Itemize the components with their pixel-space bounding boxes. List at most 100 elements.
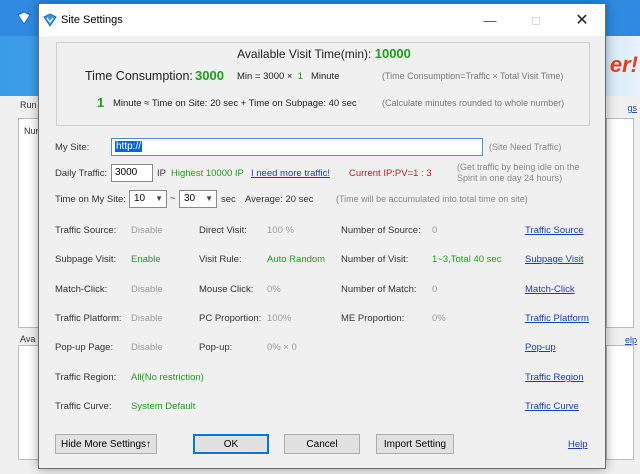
row-label: Number of Match: xyxy=(341,284,417,295)
app-logo-icon xyxy=(43,13,57,27)
min-time-value: 10 xyxy=(134,193,146,204)
row-label: Number of Source: xyxy=(341,225,421,236)
row-value: 0% xyxy=(267,284,281,295)
formula-multiplier: 1 xyxy=(297,71,304,82)
daily-traffic-unit: IP xyxy=(157,168,166,179)
background-label-ava: Ava xyxy=(20,334,36,344)
row-label: Match-Click: xyxy=(55,284,108,295)
time-unit: sec xyxy=(221,194,236,205)
time-on-site-label: Time on My Site: xyxy=(55,194,126,205)
row-value: 0% × 0 xyxy=(267,342,297,353)
row-label: Traffic Curve: xyxy=(55,401,112,412)
time-summary-box: Available Visit Time(min): 10000 Time Co… xyxy=(56,42,590,126)
chevron-down-icon: ▼ xyxy=(205,194,213,203)
row-label: ME Proportion: xyxy=(341,313,405,324)
formula-unit: Minute xyxy=(310,71,340,82)
minimize-icon: — xyxy=(483,12,497,28)
row-label: Number of Visit: xyxy=(341,254,409,265)
row-value: All(No restriction) xyxy=(131,372,204,383)
row-value: System Default xyxy=(131,401,196,412)
consumption-label: Time Consumption: xyxy=(85,69,193,83)
close-button[interactable]: ✕ xyxy=(559,4,605,36)
row-label: Traffic Source: xyxy=(55,225,117,236)
minute-text: Minute ≈ Time on Site: 20 sec + Time on … xyxy=(113,98,357,109)
traffic-platform-link[interactable]: Traffic Platform xyxy=(525,313,589,324)
consumption-note: (Time Consumption=Traffic × Total Visit … xyxy=(382,71,564,81)
my-site-label: My Site: xyxy=(55,142,90,153)
traffic-region-link[interactable]: Traffic Region xyxy=(525,372,584,383)
import-setting-button[interactable]: Import Setting xyxy=(376,434,454,454)
help-link[interactable]: Help xyxy=(568,439,588,450)
available-visit-time: Available Visit Time(min): 10000 xyxy=(57,46,591,61)
minute-value: 1 xyxy=(97,95,105,110)
match-click-link[interactable]: Match-Click xyxy=(525,284,575,295)
highest-traffic: Highest 10000 IP xyxy=(171,168,244,179)
current-ip-pv: Current IP:PV=1 : 3 xyxy=(349,168,432,179)
background-help-link[interactable]: elp xyxy=(625,335,637,345)
available-label: Available Visit Time(min): xyxy=(237,47,372,61)
row-value: Auto Random xyxy=(267,254,326,265)
daily-traffic-input[interactable]: 3000 xyxy=(111,164,153,182)
app-logo-icon xyxy=(17,11,31,25)
my-site-value: http:// xyxy=(115,141,143,152)
need-more-traffic-link[interactable]: I need more traffic! xyxy=(251,168,330,179)
row-label: Direct Visit: xyxy=(199,225,247,236)
popup-link[interactable]: Pop-up xyxy=(525,342,556,353)
row-value: Enable xyxy=(131,254,161,265)
row-value: 1~3,Total 40 sec xyxy=(432,254,502,265)
traffic-curve-link[interactable]: Traffic Curve xyxy=(525,401,579,412)
subpage-visit-link[interactable]: Subpage Visit xyxy=(525,254,583,265)
consumption-formula: Min = 3000 × 1 Minute xyxy=(237,71,339,82)
time-on-site-note: (Time will be accumulated into total tim… xyxy=(336,194,528,204)
row-value: 0 xyxy=(432,284,438,295)
hide-more-settings-button[interactable]: Hide More Settings↑ xyxy=(55,434,157,454)
row-value: Disable xyxy=(131,284,163,295)
background-lower-panel xyxy=(18,345,40,460)
row-value: 100 % xyxy=(267,225,294,236)
background-banner-text: er! xyxy=(609,52,638,77)
row-label: Mouse Click: xyxy=(199,284,254,295)
row-value: Disable xyxy=(131,313,163,324)
row-label: Visit Rule: xyxy=(199,254,242,265)
row-value: 0 xyxy=(432,225,438,236)
maximize-button[interactable]: □ xyxy=(513,4,559,36)
background-settings-link[interactable]: gs xyxy=(627,103,637,113)
available-value: 10000 xyxy=(374,46,411,61)
dialog-titlebar[interactable]: Site Settings — □ ✕ xyxy=(39,4,605,36)
max-time-select[interactable]: 30 ▼ xyxy=(179,190,217,208)
traffic-source-link[interactable]: Traffic Source xyxy=(525,225,584,236)
traffic-note-line1: (Get traffic by being idle on the xyxy=(457,162,580,172)
chevron-down-icon: ▼ xyxy=(155,194,163,203)
background-right-panel-lower xyxy=(606,345,634,460)
formula-prefix: Min = 3000 × xyxy=(237,71,293,82)
row-label: Pop-up Page: xyxy=(55,342,114,353)
row-value: Disable xyxy=(131,225,163,236)
ok-button[interactable]: OK xyxy=(193,434,269,454)
traffic-note-line2: Spirit in one day 24 hours) xyxy=(457,173,563,183)
background-label-run: Run xyxy=(20,100,37,110)
background-list-panel xyxy=(18,118,40,328)
site-settings-dialog: Site Settings — □ ✕ Available Visit Time… xyxy=(38,3,606,469)
max-time-value: 30 xyxy=(184,193,196,204)
maximize-icon: □ xyxy=(532,12,540,28)
my-site-note: (Site Need Traffic) xyxy=(489,142,562,152)
close-icon: ✕ xyxy=(575,12,589,29)
background-right-panel xyxy=(606,118,634,328)
row-label: Traffic Platform: xyxy=(55,313,122,324)
row-label: Traffic Region: xyxy=(55,372,117,383)
row-value: 100% xyxy=(267,313,292,324)
row-label: Subpage Visit: xyxy=(55,254,117,265)
average-time: Average: 20 sec xyxy=(245,194,314,205)
minimize-button[interactable]: — xyxy=(467,4,513,36)
row-label: PC Proportion: xyxy=(199,313,262,324)
min-time-select[interactable]: 10 ▼ xyxy=(129,190,167,208)
row-label: Pop-up: xyxy=(199,342,233,353)
row-value: Disable xyxy=(131,342,163,353)
dialog-title: Site Settings xyxy=(61,14,123,26)
row-value: 0% xyxy=(432,313,446,324)
cancel-button[interactable]: Cancel xyxy=(284,434,360,454)
consumption-value: 3000 xyxy=(195,68,224,83)
time-separator: ~ xyxy=(170,193,176,204)
my-site-input[interactable]: http:// xyxy=(111,138,483,156)
daily-traffic-label: Daily Traffic: xyxy=(55,168,108,179)
